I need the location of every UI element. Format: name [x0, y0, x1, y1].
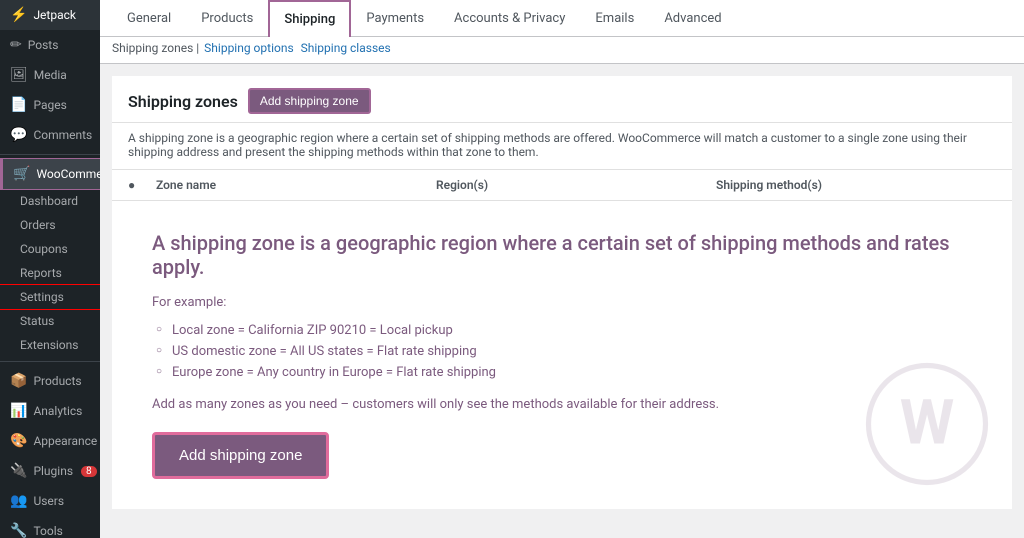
sidebar-item-plugins[interactable]: 🔌 Plugins 8 — [0, 456, 100, 486]
add-shipping-zone-button-top[interactable]: Add shipping zone — [248, 88, 371, 114]
sidebar-item-posts[interactable]: ✏ Posts — [0, 30, 100, 60]
info-message: A shipping zone is a geographic region w… — [112, 123, 1012, 170]
sidebar-item-label: Analytics — [33, 404, 82, 418]
example-item-3: Europe zone = Any country in Europe = Fl… — [152, 362, 972, 383]
sidebar-item-jetpack[interactable]: ⚡ Jetpack — [0, 0, 100, 30]
appearance-icon: 🎨 — [10, 433, 27, 449]
sidebar-item-label: Jetpack — [33, 8, 76, 22]
sidebar-item-dashboard[interactable]: Dashboard — [0, 189, 100, 213]
sub-nav-prefix: Shipping zones — [112, 41, 193, 55]
sidebar-item-orders[interactable]: Orders — [0, 213, 100, 237]
tab-products[interactable]: Products — [186, 0, 268, 37]
sidebar-item-tools[interactable]: 🔧 Tools — [0, 516, 100, 538]
example-item-2: US domestic zone = All US states = Flat … — [152, 341, 972, 362]
sidebar-item-media[interactable]: 🖼 Media — [0, 60, 100, 90]
woocommerce-watermark: W — [862, 359, 992, 489]
section-title: Shipping zones — [128, 92, 238, 111]
sidebar-item-pages[interactable]: 📄 Pages — [0, 90, 100, 120]
sidebar-item-appearance[interactable]: 🎨 Appearance — [0, 426, 100, 456]
products-icon: 📦 — [10, 373, 27, 389]
sidebar-item-users[interactable]: 👥 Users — [0, 486, 100, 516]
tab-advanced[interactable]: Advanced — [649, 0, 736, 37]
col-shipping-methods: Shipping method(s) — [716, 178, 996, 192]
for-example-label: For example: — [152, 295, 972, 310]
tab-payments[interactable]: Payments — [351, 0, 439, 37]
example-item-1: Local zone = California ZIP 90210 = Loca… — [152, 320, 972, 341]
sidebar-item-label: WooCommerce — [36, 167, 100, 181]
tab-accounts-privacy[interactable]: Accounts & Privacy — [439, 0, 580, 37]
woocommerce-icon: 🛒 — [13, 166, 30, 182]
col-regions: Region(s) — [436, 178, 716, 192]
media-icon: 🖼 — [10, 67, 28, 83]
sidebar-item-coupons[interactable]: Coupons — [0, 237, 100, 261]
pages-icon: 📄 — [10, 97, 27, 113]
sidebar-item-products[interactable]: 📦 Products — [0, 366, 100, 396]
sub-nav-shipping-classes[interactable]: Shipping classes — [301, 41, 391, 55]
sidebar-item-label: Comments — [33, 128, 92, 142]
tab-shipping[interactable]: Shipping — [268, 0, 351, 37]
posts-icon: ✏ — [10, 37, 22, 53]
plugins-badge: 8 — [81, 466, 97, 477]
col-icon: ● — [128, 178, 156, 192]
sidebar-item-reports[interactable]: Reports — [0, 261, 100, 285]
sidebar-item-label: Products — [33, 374, 81, 388]
jetpack-icon: ⚡ — [10, 7, 27, 23]
sidebar-item-label: Media — [34, 68, 67, 82]
sidebar-item-label: Plugins — [33, 464, 73, 478]
col-zone-name: Zone name — [156, 178, 436, 192]
sidebar-item-settings[interactable]: Settings — [0, 285, 100, 309]
tab-emails[interactable]: Emails — [580, 0, 649, 37]
empty-state-title: A shipping zone is a geographic region w… — [152, 231, 972, 279]
sidebar-item-analytics[interactable]: 📊 Analytics — [0, 396, 100, 426]
plugins-icon: 🔌 — [10, 463, 27, 479]
sub-nav-shipping-options[interactable]: Shipping options — [204, 41, 293, 55]
sidebar-item-status[interactable]: Status — [0, 309, 100, 333]
sidebar-item-woocommerce[interactable]: 🛒 WooCommerce — [0, 159, 100, 189]
table-header: ● Zone name Region(s) Shipping method(s) — [112, 170, 1012, 201]
sidebar-item-label: Appearance — [33, 434, 97, 448]
sidebar-item-extensions[interactable]: Extensions — [0, 333, 100, 357]
sidebar-item-label: Users — [33, 494, 64, 508]
svg-text:W: W — [900, 387, 955, 460]
sidebar-item-label: Tools — [33, 524, 62, 538]
add-message: Add as many zones as you need – customer… — [152, 397, 972, 412]
examples-list: Local zone = California ZIP 90210 = Loca… — [152, 320, 972, 383]
users-icon: 👥 — [10, 493, 27, 509]
tab-general[interactable]: General — [112, 0, 186, 37]
add-shipping-zone-button-main[interactable]: Add shipping zone — [152, 432, 329, 479]
tools-icon: 🔧 — [10, 523, 27, 538]
sidebar-item-label: Pages — [33, 98, 66, 112]
sidebar-item-comments[interactable]: 💬 Comments — [0, 120, 100, 150]
comments-icon: 💬 — [10, 127, 27, 143]
sub-navigation: Shipping zones | Shipping options Shippi… — [100, 37, 1024, 64]
analytics-icon: 📊 — [10, 403, 27, 419]
empty-state: A shipping zone is a geographic region w… — [112, 201, 1012, 509]
section-header: Shipping zones Add shipping zone — [112, 76, 1012, 123]
sidebar-item-label: Posts — [28, 38, 59, 52]
tabs-bar: General Products Shipping Payments Accou… — [100, 0, 1024, 37]
